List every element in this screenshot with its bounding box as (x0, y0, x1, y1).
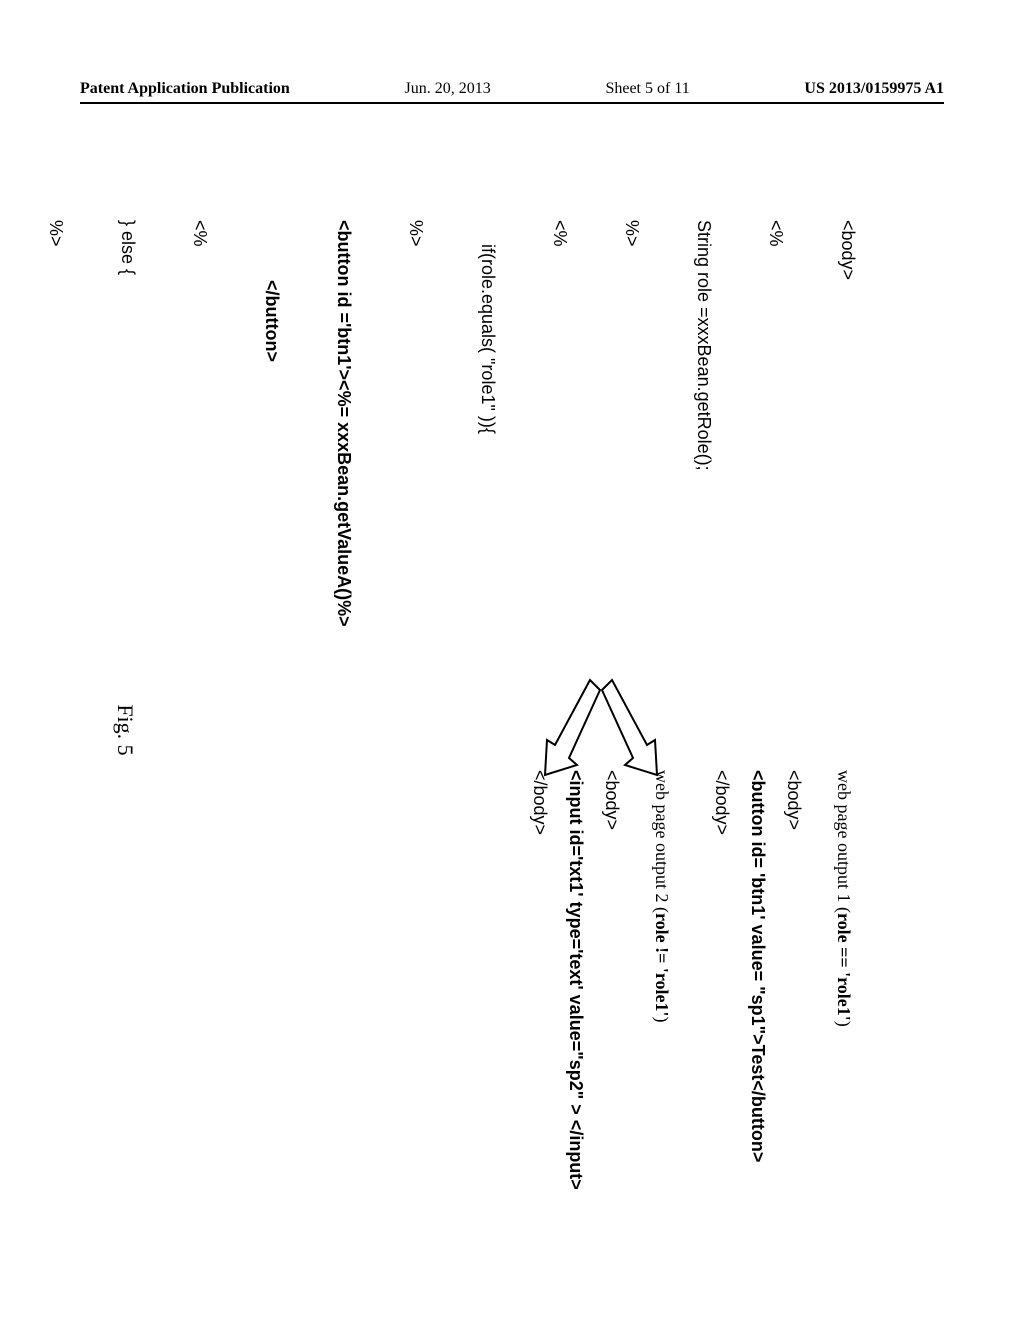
output2-line: <body> (594, 770, 630, 1270)
output2-label-suffix: ) (652, 1017, 672, 1023)
jsp-source-code: <body> <% String role =xxxBean.getRole()… (0, 220, 902, 720)
output2-condition: role != 'role1' (652, 913, 672, 1017)
arrow-to-output1 (597, 670, 667, 780)
code-line: %> (398, 220, 434, 720)
output1-label: web page output 1 (role == 'role1') (826, 770, 862, 1270)
output-blocks: web page output 1 (role == 'role1') <bod… (522, 770, 862, 1270)
code-bold-line: <input id= 'txt1' type = 'text' value= (0, 220, 2, 720)
output2-label: web page output 2 (role != 'role1') (644, 770, 680, 1270)
output1-label-suffix: ) (834, 1021, 854, 1027)
code-bold-line: </button> (254, 220, 290, 720)
code-line: %> (38, 220, 74, 720)
arrow-to-output2 (532, 670, 602, 780)
code-line: %> (614, 220, 650, 720)
output2-label-prefix: web page output 2 ( (652, 770, 672, 913)
publication-number: US 2013/0159975 A1 (804, 80, 944, 98)
publication-date: Jun. 20, 2013 (405, 80, 491, 98)
output2-bold-line: <input id='txt1' type='text' value="sp2"… (558, 770, 594, 1270)
header-rule (80, 102, 944, 104)
output1-condition: role == 'role1' (834, 913, 854, 1021)
figure-content: <body> <% String role =xxxBean.getRole()… (0, 218, 1024, 1242)
code-bold-line: <button id ='btn1'><%= xxxBean.getValueA… (326, 220, 362, 720)
code-line: <% (542, 220, 578, 720)
sheet-number: Sheet 5 of 11 (605, 80, 689, 98)
figure-number-label: Fig. 5 (112, 704, 138, 755)
publication-label: Patent Application Publication (80, 80, 290, 98)
code-line: <% (758, 220, 794, 720)
output1-line: </body> (704, 770, 740, 1270)
code-line: String role =xxxBean.getRole(); (686, 220, 722, 720)
output1-label-prefix: web page output 1 ( (834, 770, 854, 913)
code-line: if(role.equals( "role1" )){ (470, 220, 506, 720)
code-line: } else { (110, 220, 146, 720)
output2-line: </body> (522, 770, 558, 1270)
output1-line: <body> (776, 770, 812, 1270)
code-line: <body> (830, 220, 866, 720)
code-line: <% (182, 220, 218, 720)
output1-bold-line: <button id= 'btn1' value= "sp1">Test</bu… (740, 770, 776, 1270)
